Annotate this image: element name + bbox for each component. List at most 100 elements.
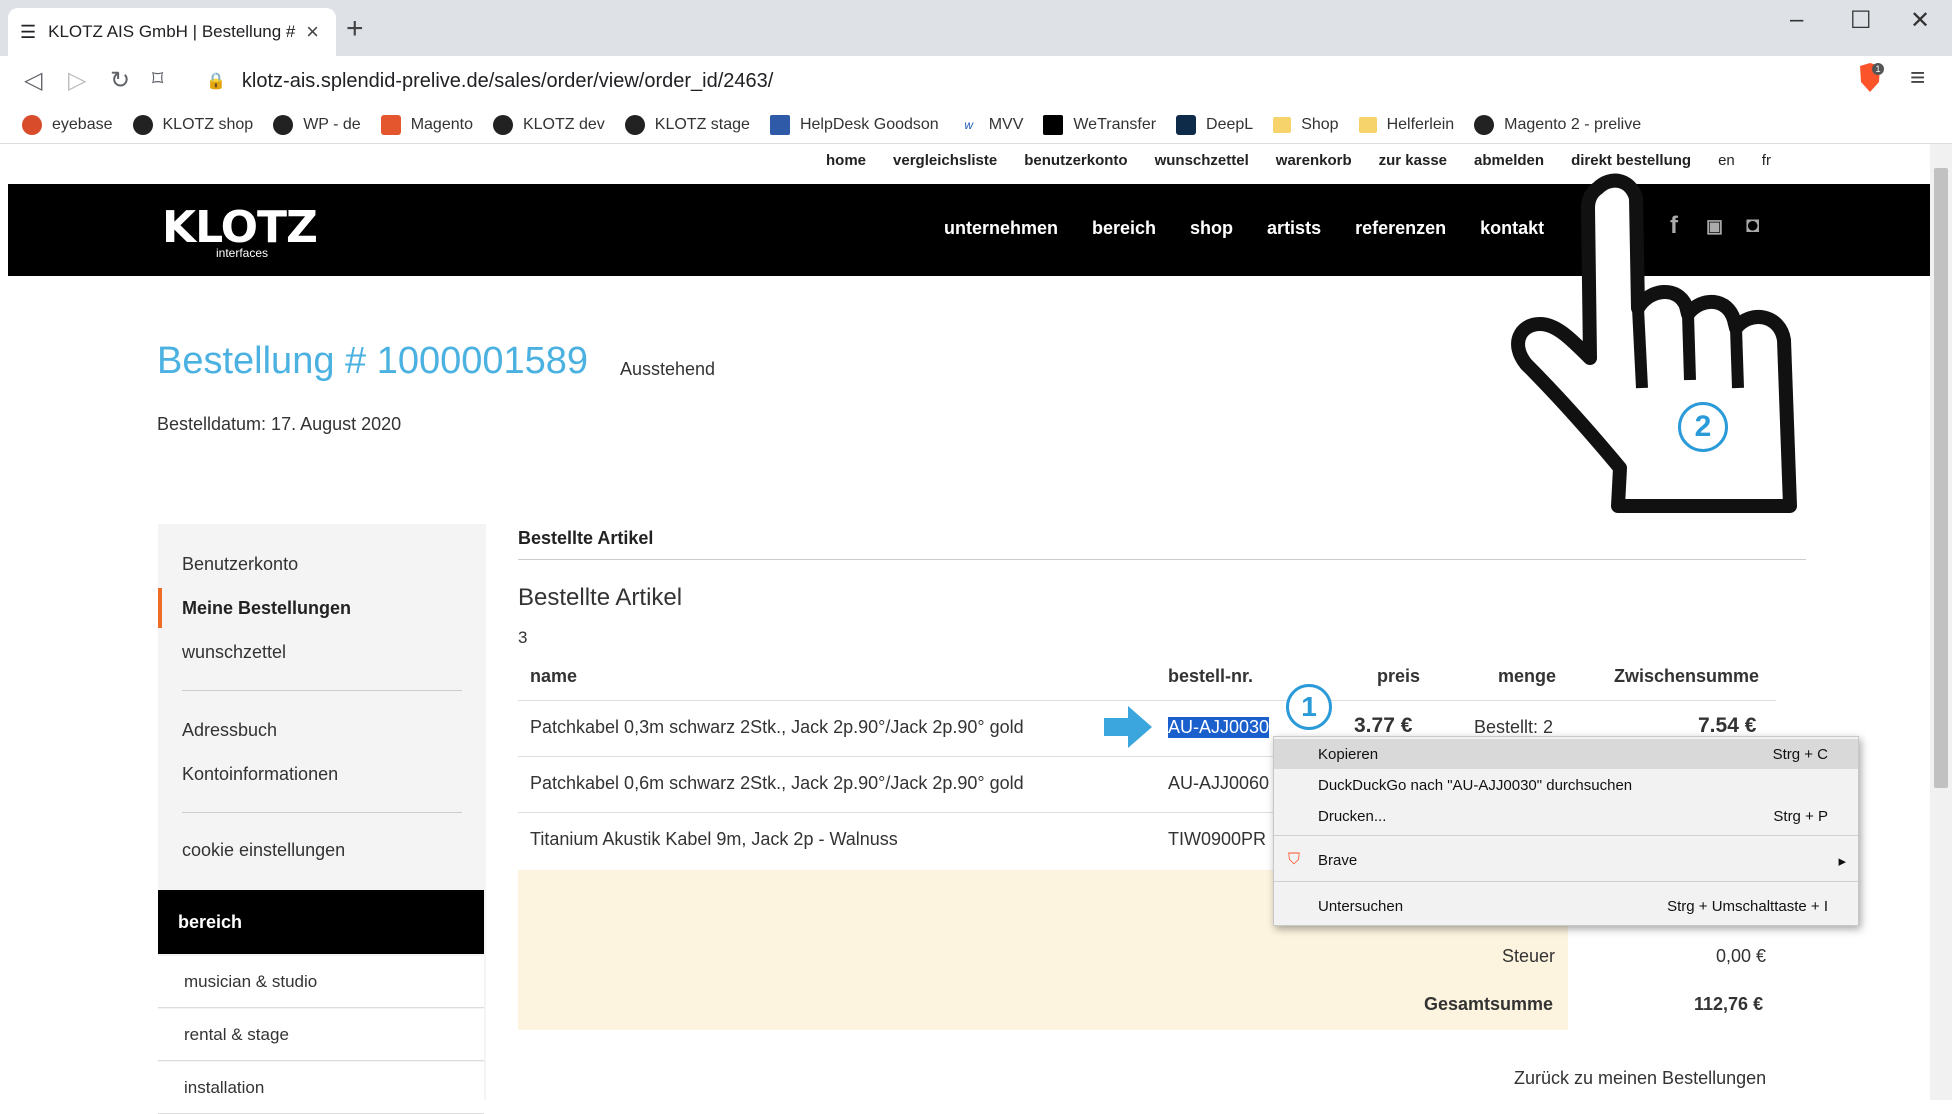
minimize-icon[interactable]: – <box>1790 6 1803 34</box>
total-label: Gesamtsumme <box>1424 994 1554 1014</box>
items-subtitle: Bestellte Artikel <box>518 584 683 611</box>
sidebar-item-wunschzettel[interactable]: wunschzettel <box>182 642 286 663</box>
sidebar-divider <box>182 690 462 691</box>
bookmark-magento2[interactable]: Magento 2 - prelive <box>1474 114 1641 135</box>
browser-titlebar: ☰ KLOTZ AIS GmbH | Bestellung # 10 × + –… <box>0 0 1952 56</box>
klotz-logo[interactable]: KLOTZ interfaces <box>162 202 318 260</box>
browser-tab[interactable]: ☰ KLOTZ AIS GmbH | Bestellung # 10 × <box>8 8 336 56</box>
bookmark-helpdesk[interactable]: HelpDesk Goodson <box>769 114 939 135</box>
item-name: Patchkabel 0,3m schwarz 2Stk., Jack 2p.9… <box>530 717 1024 737</box>
new-tab-icon[interactable]: + <box>346 12 364 46</box>
item-name: Titanium Akustik Kabel 9m, Jack 2p - Wal… <box>530 829 898 849</box>
address-bar[interactable]: 🔒 klotz-ais.splendid-prelive.de/sales/or… <box>192 62 1832 100</box>
submenu-chevron-icon: ▸ <box>1838 853 1846 870</box>
step-2-marker: 2 <box>1678 402 1728 452</box>
sidebar-bereich-header: bereich <box>158 890 484 954</box>
sidebar-item-meine-bestellungen[interactable]: Meine Bestellungen <box>182 598 351 619</box>
item-sku-selected[interactable]: AU-AJJ0030 <box>1168 717 1270 738</box>
item-qty: Bestellt: 2 <box>1474 717 1554 737</box>
topnav-home[interactable]: home <box>826 152 866 169</box>
column-header-sku: bestell-nr. <box>1168 666 1254 686</box>
sidebar-sub-rental-stage[interactable]: rental & stage <box>158 1009 484 1061</box>
shortcut-print: Strg + P <box>1773 808 1828 825</box>
maximize-icon[interactable]: ☐ <box>1850 6 1872 35</box>
sidebar-item-adressbuch[interactable]: Adressbuch <box>182 720 277 741</box>
lock-icon: 🔒 <box>206 73 226 90</box>
topnav-vergleichsliste[interactable]: vergleichsliste <box>893 152 997 169</box>
nav-shop[interactable]: shop <box>1190 218 1233 239</box>
bookmark-wetransfer[interactable]: WeTransfer <box>1043 114 1156 135</box>
column-header-price: preis <box>1377 666 1421 686</box>
sidebar-item-cookie-einstellungen[interactable]: cookie einstellungen <box>182 840 345 861</box>
topnav-benutzerkonto[interactable]: benutzerkonto <box>1024 152 1127 169</box>
topnav-warenkorb[interactable]: warenkorb <box>1276 152 1352 169</box>
bookmark-klotz-dev[interactable]: KLOTZ dev <box>492 114 605 135</box>
topnav-lang-fr[interactable]: fr <box>1762 152 1771 169</box>
scrollbar-thumb[interactable] <box>1934 168 1948 788</box>
folder-icon <box>1358 116 1377 133</box>
browser-menu-icon[interactable]: ≡ <box>1910 62 1925 93</box>
topnav-direkt-bestellung[interactable]: direkt bestellung <box>1571 152 1691 169</box>
order-status: Ausstehend <box>620 359 716 379</box>
item-price: 3.77 € <box>1354 714 1413 737</box>
brave-icon: ⛉ <box>1288 851 1301 868</box>
magento-icon <box>380 114 401 135</box>
topnav-wunschzettel[interactable]: wunschzettel <box>1155 152 1249 169</box>
close-tab-icon[interactable]: × <box>306 19 319 45</box>
brave-badge: 1 <box>1875 64 1880 74</box>
bookmark-wp-de[interactable]: WP - de <box>273 114 361 135</box>
brave-shield-icon[interactable]: 1 <box>1856 62 1884 94</box>
tab-title: KLOTZ AIS GmbH | Bestellung # 10 <box>48 22 299 41</box>
item-sku: TIW0900PR <box>1168 829 1267 849</box>
total-value: 112,76 € <box>1694 994 1764 1014</box>
bookmark-icon[interactable]: ⌑ <box>152 66 163 92</box>
items-count: 3 <box>518 628 528 647</box>
menu-item-print[interactable]: Drucken... Strg + P <box>1274 801 1858 831</box>
sidebar-item-benutzerkonto[interactable]: Benutzerkonto <box>182 554 298 575</box>
sidebar-item-kontoinformationen[interactable]: Kontoinformationen <box>182 764 338 785</box>
tax-value: 0,00 € <box>1716 946 1767 966</box>
topnav-zur-kasse[interactable]: zur kasse <box>1379 152 1447 169</box>
bookmark-deepl[interactable]: DeepL <box>1176 114 1253 135</box>
bookmark-klotz-shop[interactable]: KLOTZ shop <box>132 114 253 135</box>
topnav-lang-en[interactable]: en <box>1718 152 1735 169</box>
topnav-abmelden[interactable]: abmelden <box>1474 152 1544 169</box>
account-sidebar: Benutzerkonto Meine Bestellungen wunschz… <box>158 524 486 1114</box>
reload-icon[interactable]: ↻ <box>110 66 130 95</box>
eyebase-icon <box>22 114 42 135</box>
menu-item-copy[interactable]: Kopieren Strg + C <box>1274 739 1858 769</box>
sidebar-divider <box>182 812 462 813</box>
forward-icon[interactable]: ▷ <box>68 66 86 95</box>
order-date: Bestelldatum: 17. August 2020 <box>157 414 402 434</box>
sidebar-sub-musician-studio[interactable]: musician & studio <box>158 956 484 1008</box>
page-title: Bestellung # 1000001589 <box>157 340 589 382</box>
nav-artists[interactable]: artists <box>1267 218 1321 239</box>
tax-label: Steuer <box>1502 946 1556 966</box>
folder-icon <box>1273 116 1292 133</box>
bookmark-klotz-stage[interactable]: KLOTZ stage <box>624 114 750 135</box>
nav-referenzen[interactable]: referenzen <box>1355 218 1446 239</box>
bookmark-mvv[interactable]: w MVV <box>958 114 1023 135</box>
back-icon[interactable]: ◁ <box>24 66 42 95</box>
nav-unternehmen[interactable]: unternehmen <box>944 218 1058 239</box>
step-1-marker: 1 <box>1286 684 1332 730</box>
bookmark-eyebase[interactable]: eyebase <box>22 114 113 135</box>
sidebar-sub-installation[interactable]: installation <box>158 1062 484 1114</box>
bookmark-helferlein-folder[interactable]: Helferlein <box>1358 116 1454 134</box>
close-window-icon[interactable]: ✕ <box>1910 6 1930 35</box>
back-to-orders-link[interactable]: Zurück zu meinen Bestellungen <box>1514 1068 1766 1089</box>
nav-bereich[interactable]: bereich <box>1092 218 1156 239</box>
menu-item-inspect[interactable]: Untersuchen Strg + Umschalttaste + I <box>1274 891 1858 921</box>
menu-separator <box>1274 881 1858 882</box>
globe-icon <box>273 114 294 135</box>
column-header-subtotal: Zwischensumme <box>1614 666 1760 686</box>
column-header-qty: menge <box>1498 666 1557 686</box>
menu-separator <box>1274 835 1858 836</box>
bookmarks-bar: eyebase KLOTZ shop WP - de Magento KLOTZ… <box>0 106 1952 144</box>
bookmark-shop-folder[interactable]: Shop <box>1273 116 1339 134</box>
active-indicator <box>158 588 162 628</box>
menu-item-search-duckduckgo[interactable]: DuckDuckGo nach "AU-AJJ0030" durchsuchen <box>1274 770 1858 800</box>
bookmark-magento[interactable]: Magento <box>380 114 473 135</box>
logo-subtext: interfaces <box>216 246 269 260</box>
menu-item-brave[interactable]: ⛉ Brave ▸ <box>1274 845 1858 875</box>
